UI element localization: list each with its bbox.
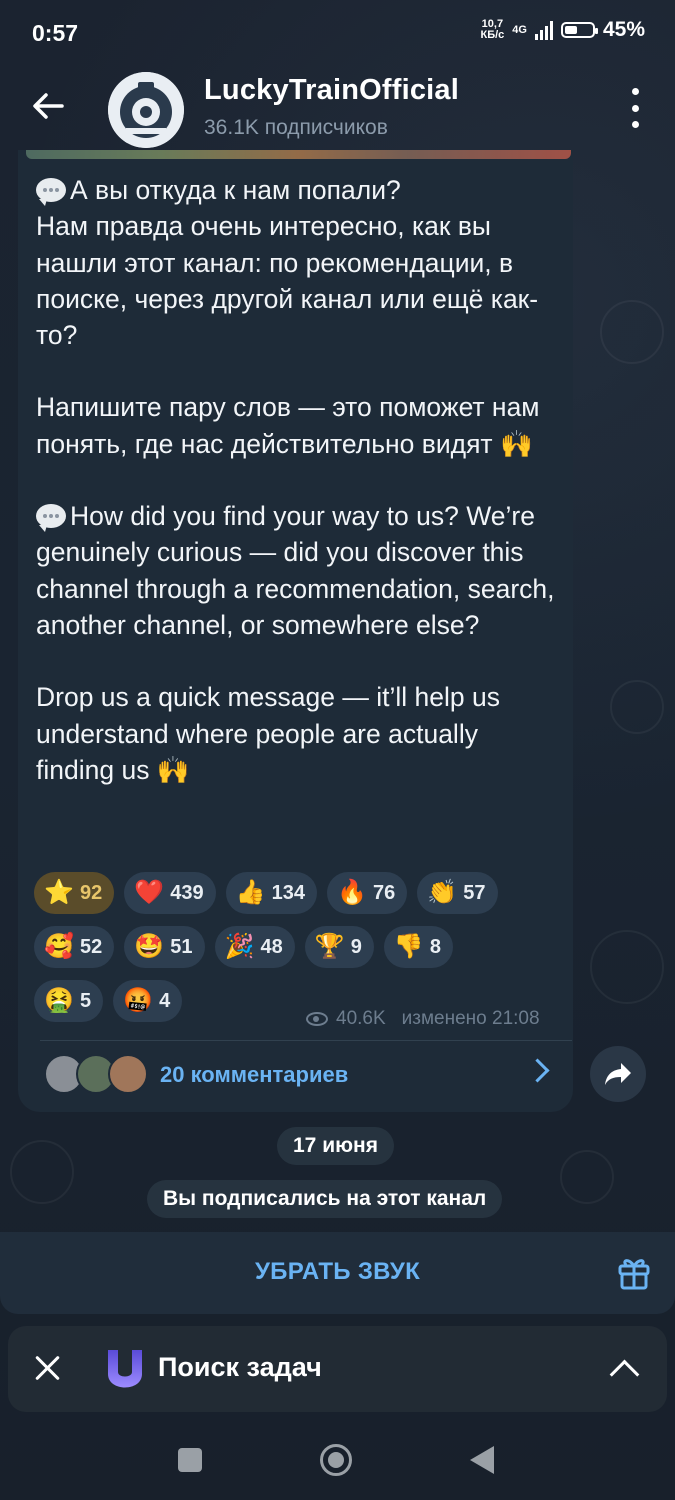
task-search-label[interactable]: Поиск задач [158, 1352, 322, 1383]
reaction-smiling-hearts[interactable]: 🥰 52 [34, 926, 115, 968]
subscriber-count: 36.1K подписчиков [204, 116, 388, 139]
message-meta: 40.6K изменено 21:08 [306, 1008, 540, 1030]
thumbs-up-icon: 👍 [235, 879, 266, 906]
raised-hands-icon: 🙌 [499, 428, 533, 459]
comments-label: 20 комментариев [160, 1062, 349, 1087]
net-speed: 10,7 КБ/с [480, 18, 505, 41]
star-struck-icon: 🤩 [134, 933, 165, 960]
thumbs-down-icon: 👎 [393, 933, 424, 960]
status-bar: 0:57 10,7 КБ/с 4G 45% [0, 0, 675, 68]
share-arrow-icon [605, 1063, 631, 1085]
reaction-thumbs-up[interactable]: 👍 134 [225, 872, 317, 914]
chat-header: LuckyTrainOfficial 36.1K подписчиков [0, 68, 675, 156]
chevron-up-icon[interactable] [609, 1359, 640, 1390]
reaction-heart[interactable]: ❤️ 439 [124, 872, 216, 914]
smiling-hearts-icon: 🥰 [44, 933, 74, 960]
back-arrow-icon[interactable] [28, 86, 68, 126]
system-nav-bar [0, 1420, 675, 1500]
message-text: А вы откуда к нам попали? Нам правда оче… [36, 172, 561, 824]
raised-hands-icon: 🙌 [156, 754, 190, 785]
heart-icon: ❤️ [134, 879, 165, 906]
divider [40, 1040, 572, 1041]
back-button[interactable] [470, 1446, 494, 1474]
channel-title[interactable]: LuckyTrainOfficial [204, 74, 459, 107]
gift-icon[interactable] [617, 1254, 651, 1290]
reaction-party[interactable]: 🎉 48 [214, 926, 295, 968]
reaction-cursing[interactable]: 🤬 4 [113, 980, 183, 1022]
fire-icon: 🔥 [337, 879, 367, 906]
chevron-right-icon [525, 1058, 550, 1083]
battery-icon [560, 22, 598, 38]
home-button[interactable] [320, 1444, 352, 1476]
reaction-clap[interactable]: 👏 57 [417, 872, 498, 914]
date-pill: 17 июня [277, 1127, 394, 1165]
more-menu-icon[interactable] [625, 88, 645, 128]
media-edge [26, 150, 571, 159]
mute-bar: УБРАТЬ ЗВУК [0, 1232, 675, 1314]
star-icon: ⭐ [44, 879, 74, 906]
reaction-vomit[interactable]: 🤮 5 [34, 980, 104, 1022]
reaction-star-struck[interactable]: 🤩 51 [124, 926, 205, 968]
comments-button[interactable]: 20 комментариев [40, 1050, 560, 1100]
close-icon[interactable] [34, 1354, 62, 1382]
task-search-bar: Поиск задач [8, 1326, 667, 1412]
clapping-hands-icon: 👏 [427, 879, 458, 906]
reaction-fire[interactable]: 🔥 76 [327, 872, 408, 914]
trophy-icon: 🏆 [314, 933, 345, 960]
vomiting-face-icon: 🤮 [44, 987, 74, 1014]
speech-bubble-icon [36, 178, 66, 206]
cursing-face-icon: 🤬 [123, 987, 154, 1014]
view-count: 40.6K [336, 1008, 386, 1029]
mute-button[interactable]: УБРАТЬ ЗВУК [0, 1258, 675, 1286]
channel-avatar[interactable] [108, 72, 184, 148]
service-message: Вы подписались на этот канал [147, 1180, 503, 1218]
party-popper-icon: 🎉 [224, 933, 255, 960]
network-type: 4G [512, 24, 527, 36]
speech-bubble-icon [36, 504, 66, 533]
reaction-star[interactable]: ⭐ 92 [34, 872, 115, 914]
signal-icon [534, 20, 553, 40]
battery-percent: 45% [602, 18, 645, 41]
reaction-thumbs-down[interactable]: 👎 8 [383, 926, 453, 968]
status-time: 0:57 [32, 20, 79, 46]
recents-button[interactable] [178, 1448, 202, 1472]
avatar [108, 1054, 148, 1094]
share-button[interactable] [590, 1046, 646, 1102]
app-logo-icon [104, 1348, 146, 1390]
reaction-trophy[interactable]: 🏆 9 [304, 926, 374, 968]
eye-icon [306, 1012, 328, 1026]
edited-time: изменено 21:08 [401, 1008, 540, 1029]
